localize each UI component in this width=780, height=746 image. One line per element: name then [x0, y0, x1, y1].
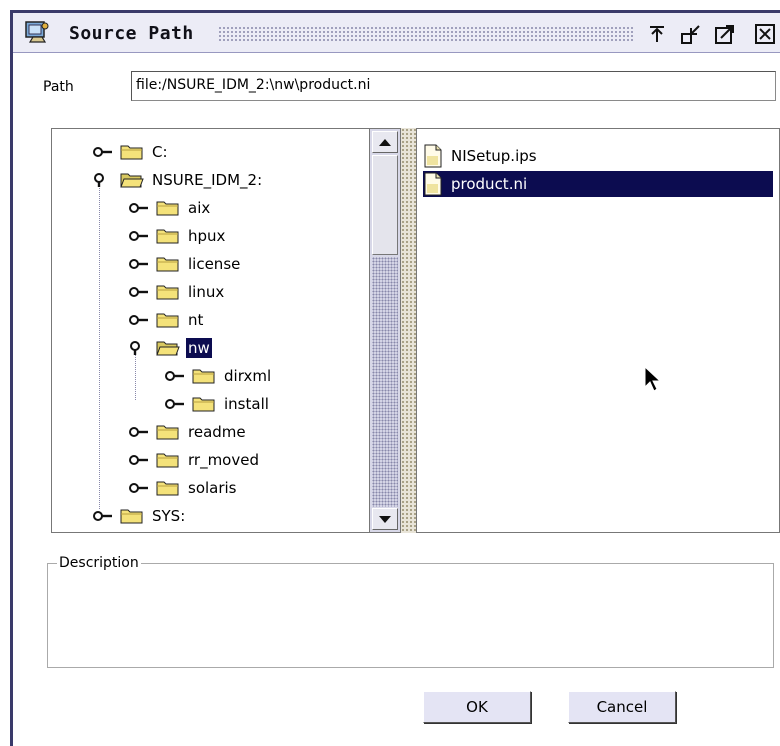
- file-list-item[interactable]: NISetup.ips: [423, 143, 773, 169]
- document-icon: [424, 172, 442, 196]
- tree-item[interactable]: nw: [128, 335, 212, 361]
- tree-item[interactable]: rr_moved: [128, 447, 261, 473]
- maximize-button[interactable]: [713, 22, 737, 46]
- path-input[interactable]: file:/NSURE_IDM_2:\nw\product.ni: [131, 71, 776, 101]
- folder-icon: [192, 397, 215, 412]
- tree-item-label: license: [188, 255, 241, 273]
- tree-node-handle-icon[interactable]: [128, 313, 150, 327]
- source-path-dialog: Source Path Path file:/NSURE_IDM_2:\nw\p…: [10, 10, 780, 746]
- tree-guide-line: [99, 179, 100, 509]
- close-icon: [755, 24, 775, 44]
- tree-node-handle-icon[interactable]: [128, 453, 150, 467]
- file-list[interactable]: NISetup.ips product.ni: [416, 128, 780, 533]
- minimize-icon: [650, 26, 664, 42]
- pane-splitter[interactable]: [401, 128, 416, 533]
- tree-node-handle-icon[interactable]: [92, 173, 114, 187]
- maximize-icon: [715, 25, 734, 44]
- folder-open-icon: [120, 173, 144, 188]
- tree-item-label: nt: [188, 311, 204, 329]
- tree-item[interactable]: NSURE_IDM_2:: [92, 167, 264, 193]
- tree-item[interactable]: hpux: [128, 223, 227, 249]
- folder-icon: [156, 481, 179, 496]
- tree-scrollbar[interactable]: [369, 128, 401, 533]
- tree-node-handle-icon[interactable]: [128, 201, 150, 215]
- tree-node-handle-icon[interactable]: [128, 257, 150, 271]
- description-label: Description: [57, 555, 141, 571]
- tree-node-handle-icon[interactable]: [128, 229, 150, 243]
- tree-node-handle-icon[interactable]: [128, 341, 150, 355]
- title-bar-grip: [218, 26, 633, 42]
- arrow-down-icon: [379, 516, 391, 523]
- tree-item[interactable]: C:: [92, 139, 170, 165]
- scroll-thumb[interactable]: [372, 155, 398, 255]
- tree-item-label: solaris: [188, 479, 237, 497]
- file-list-item[interactable]: product.ni: [423, 171, 773, 197]
- tree-item[interactable]: linux: [128, 279, 226, 305]
- tree-item[interactable]: nt: [128, 307, 205, 333]
- title-bar[interactable]: Source Path: [13, 13, 780, 53]
- folder-icon: [120, 509, 143, 524]
- folder-icon: [120, 145, 143, 160]
- folder-icon: [156, 285, 179, 300]
- description-text: [48, 564, 773, 600]
- tree-item[interactable]: readme: [128, 419, 248, 445]
- tree-item-label: dirxml: [224, 367, 272, 385]
- tree-item[interactable]: license: [128, 251, 242, 277]
- close-button[interactable]: [753, 22, 777, 46]
- folder-open-icon: [156, 341, 180, 356]
- tree-node-handle-icon[interactable]: [164, 369, 186, 383]
- window-title: Source Path: [69, 23, 194, 44]
- tree-item-label: nw: [186, 338, 212, 358]
- folder-icon: [156, 201, 179, 216]
- folder-tree[interactable]: C: NSURE_IDM_2:aix hpux license linux nt nw dir…: [51, 128, 369, 533]
- folder-icon: [192, 369, 215, 384]
- tree-node-handle-icon[interactable]: [128, 481, 150, 495]
- document-icon: [424, 144, 442, 168]
- tree-node-handle-icon[interactable]: [92, 509, 114, 523]
- tree-node-handle-icon[interactable]: [92, 145, 114, 159]
- restore-button[interactable]: [679, 22, 703, 46]
- file-name: product.ni: [451, 175, 528, 193]
- tree-item-label: linux: [188, 283, 225, 301]
- minimize-button[interactable]: [645, 22, 669, 46]
- tree-node-handle-icon[interactable]: [128, 425, 150, 439]
- folder-icon: [156, 313, 179, 328]
- path-label: Path: [43, 79, 74, 95]
- tree-item[interactable]: SYS:: [92, 503, 187, 529]
- cancel-button[interactable]: Cancel: [568, 691, 676, 723]
- tree-item[interactable]: aix: [128, 195, 212, 221]
- tree-item[interactable]: install: [164, 391, 271, 417]
- tree-item-label: readme: [188, 423, 246, 441]
- tree-item-label: install: [224, 395, 269, 413]
- tree-item[interactable]: dirxml: [164, 363, 273, 389]
- tree-item-label: hpux: [188, 227, 226, 245]
- folder-icon: [156, 257, 179, 272]
- folder-icon: [156, 425, 179, 440]
- tree-item-label: C:: [152, 143, 168, 161]
- file-name: NISetup.ips: [451, 147, 537, 165]
- scroll-down-button[interactable]: [372, 508, 398, 530]
- app-window-icon: [25, 21, 49, 43]
- scroll-up-button[interactable]: [372, 131, 398, 153]
- folder-icon: [156, 229, 179, 244]
- folder-icon: [156, 453, 179, 468]
- arrow-up-icon: [379, 139, 391, 146]
- tree-item[interactable]: solaris: [128, 475, 239, 501]
- tree-item-label: aix: [188, 199, 211, 217]
- tree-node-handle-icon[interactable]: [128, 285, 150, 299]
- tree-item-label: SYS:: [152, 507, 186, 525]
- restore-icon: [681, 25, 700, 44]
- ok-button[interactable]: OK: [423, 691, 531, 723]
- scroll-track[interactable]: [372, 257, 398, 507]
- description-box[interactable]: [47, 563, 774, 668]
- tree-item-label: rr_moved: [188, 451, 259, 469]
- mouse-pointer-icon: [644, 365, 662, 392]
- tree-node-handle-icon[interactable]: [164, 397, 186, 411]
- tree-item-label: NSURE_IDM_2:: [152, 171, 263, 189]
